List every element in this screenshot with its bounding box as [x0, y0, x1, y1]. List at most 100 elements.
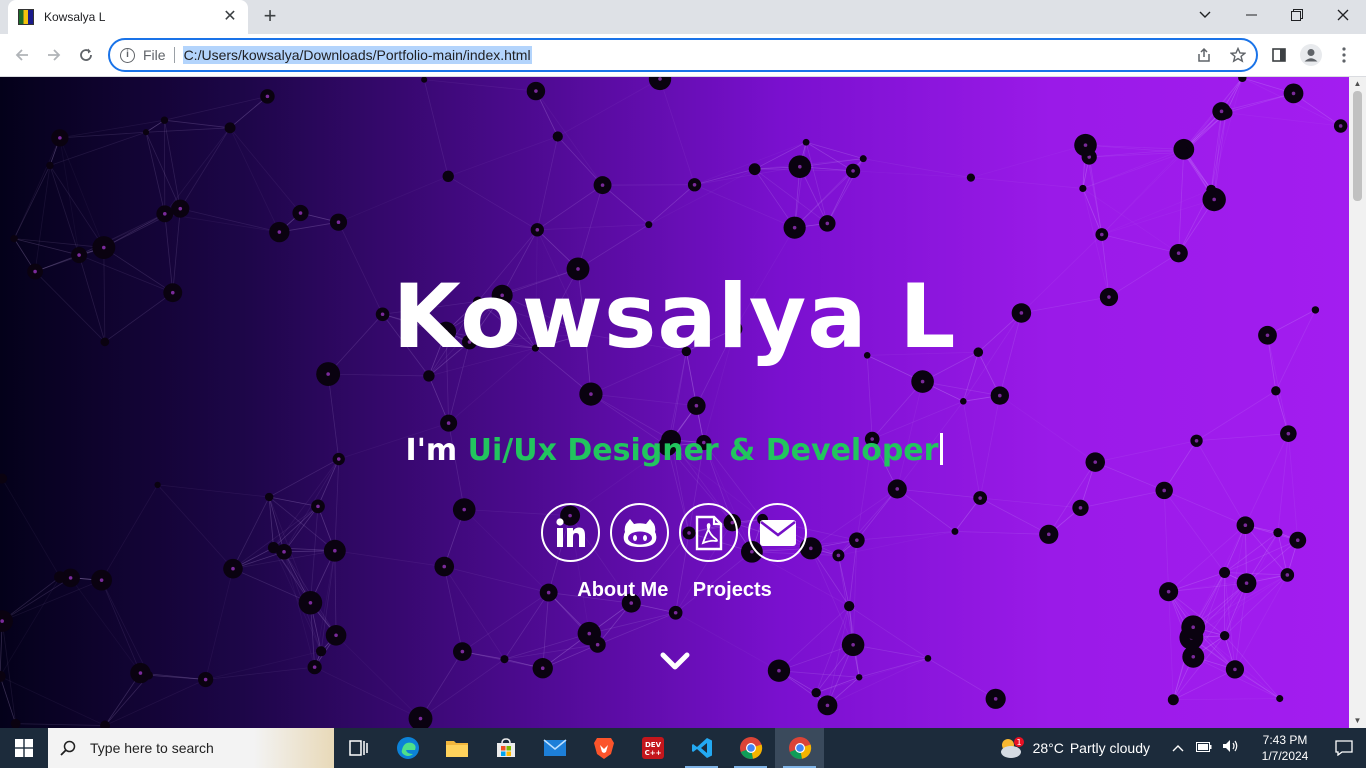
- network-link: [1082, 152, 1184, 189]
- taskbar-vscode[interactable]: [677, 728, 726, 768]
- profile-button[interactable]: [1299, 43, 1323, 67]
- forward-button[interactable]: [42, 43, 66, 67]
- scroll-down-chevron-icon[interactable]: [660, 652, 690, 672]
- windows-taskbar: Type here to search DEV C++ 1 28°C Partl…: [0, 728, 1366, 768]
- network-link: [1101, 234, 1179, 254]
- about-me-link[interactable]: About Me: [577, 579, 668, 602]
- vscode-icon: [691, 738, 712, 758]
- url-text[interactable]: C:/Users/kowsalya/Downloads/Portfolio-ma…: [182, 46, 532, 64]
- network-link: [14, 238, 80, 256]
- close-window-button[interactable]: [1320, 0, 1366, 30]
- scroll-down-arrow-icon[interactable]: ▼: [1349, 714, 1366, 728]
- network-link: [1173, 669, 1236, 701]
- network-node: [748, 163, 761, 176]
- taskbar-clock[interactable]: 7:43 PM 1/7/2024: [1248, 732, 1322, 764]
- chrome-icon: [739, 737, 762, 759]
- network-link: [1168, 591, 1174, 700]
- network-node: [442, 170, 454, 183]
- network-node: [224, 122, 236, 134]
- network-node-core: [1219, 109, 1224, 114]
- network-link: [0, 676, 17, 724]
- network-node-core: [333, 548, 337, 553]
- network-node: [1079, 184, 1087, 193]
- address-bar[interactable]: i File C:/Users/kowsalya/Downloads/Portf…: [108, 38, 1258, 72]
- network-node-core: [851, 642, 855, 647]
- speaker-icon: [1223, 739, 1238, 752]
- show-hidden-icons-button[interactable]: [1172, 739, 1184, 757]
- reload-button[interactable]: [74, 43, 98, 67]
- taskbar-microsoft-store[interactable]: [481, 728, 530, 768]
- taskbar-chrome-2[interactable]: [775, 728, 824, 768]
- volume-button[interactable]: [1222, 739, 1240, 758]
- network-node-core: [1295, 538, 1300, 543]
- weather-temp: 28°C: [1032, 740, 1064, 756]
- tab-title: Kowsalya L: [44, 10, 106, 24]
- taskbar-brave[interactable]: [579, 728, 628, 768]
- network-node: [1177, 146, 1190, 159]
- browser-tab[interactable]: Kowsalya L ✕: [8, 0, 248, 34]
- new-tab-button[interactable]: +: [259, 5, 281, 28]
- scrollbar-thumb[interactable]: [1353, 91, 1362, 201]
- network-link: [448, 175, 538, 231]
- network-link: [229, 127, 301, 214]
- network-node-core: [1212, 197, 1216, 202]
- windows-logo-icon: [15, 739, 33, 757]
- network-link: [334, 550, 445, 567]
- site-info-icon[interactable]: i: [120, 47, 135, 63]
- email-icon: [759, 519, 796, 546]
- network-link: [314, 666, 421, 719]
- network-link: [778, 670, 860, 678]
- battery-icon: [1196, 742, 1212, 752]
- network-node-core: [809, 546, 813, 551]
- resume-pdf-button[interactable]: [679, 503, 738, 562]
- menu-button[interactable]: [1332, 43, 1356, 67]
- task-view-button[interactable]: [334, 728, 383, 768]
- network-link: [334, 459, 340, 551]
- typing-caret: [940, 433, 944, 465]
- minimize-button[interactable]: [1228, 0, 1274, 30]
- scroll-up-arrow-icon[interactable]: ▲: [1349, 77, 1366, 91]
- side-panel-icon: [1272, 48, 1286, 62]
- taskbar-file-explorer[interactable]: [432, 728, 481, 768]
- back-button[interactable]: [10, 43, 34, 67]
- page-scrollbar[interactable]: ▲ ▼: [1349, 77, 1366, 728]
- linkedin-button[interactable]: [541, 503, 600, 562]
- network-node-core: [587, 631, 592, 636]
- network-link: [205, 666, 315, 680]
- weather-badge: 1: [1016, 738, 1021, 747]
- taskbar-mail[interactable]: [530, 728, 579, 768]
- notification-center-button[interactable]: [1322, 740, 1366, 756]
- network-node-core: [540, 666, 545, 671]
- kebab-menu-icon: [1342, 47, 1346, 63]
- network-node: [1167, 694, 1179, 706]
- tab-close-icon[interactable]: ✕: [222, 9, 238, 25]
- network-node: [0, 670, 6, 683]
- taskbar-edge[interactable]: [383, 728, 432, 768]
- tab-strip: Kowsalya L ✕ +: [0, 0, 1366, 34]
- taskbar-chrome-1[interactable]: [726, 728, 775, 768]
- network-link: [504, 633, 590, 660]
- email-button[interactable]: [748, 503, 807, 562]
- network-node: [421, 77, 428, 83]
- side-panel-button[interactable]: [1267, 43, 1291, 67]
- bookmark-star-icon[interactable]: [1230, 47, 1246, 63]
- taskbar-devcpp[interactable]: DEV C++: [628, 728, 677, 768]
- network-node: [959, 398, 967, 405]
- tab-search-button[interactable]: [1182, 0, 1228, 30]
- network-link: [659, 78, 695, 185]
- battery-button[interactable]: [1196, 739, 1212, 757]
- search-placeholder: Type here to search: [90, 740, 214, 756]
- network-node-core: [1285, 573, 1290, 577]
- share-icon[interactable]: [1196, 47, 1212, 63]
- weather-desc: Partly cloudy: [1069, 740, 1150, 756]
- restore-button[interactable]: [1274, 0, 1320, 30]
- projects-link[interactable]: Projects: [693, 579, 772, 602]
- weather-widget[interactable]: 1 28°C Partly cloudy: [997, 736, 1150, 760]
- start-button[interactable]: [0, 728, 48, 768]
- reload-icon: [80, 48, 92, 61]
- network-link: [970, 177, 1083, 189]
- github-button[interactable]: [610, 503, 669, 562]
- network-link: [328, 373, 429, 377]
- network-node: [160, 116, 169, 124]
- taskbar-search-box[interactable]: Type here to search: [48, 728, 334, 768]
